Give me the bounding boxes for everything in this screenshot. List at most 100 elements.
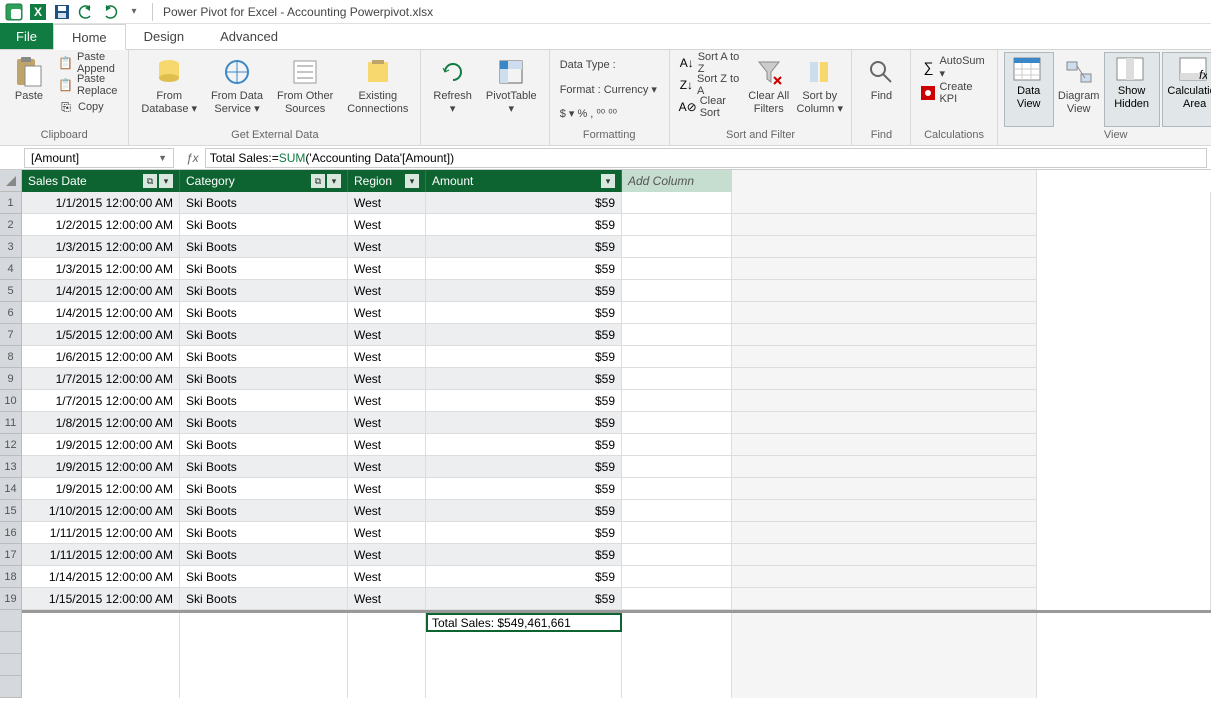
sortby-column-button[interactable]: Sort by Column ▾ bbox=[794, 52, 845, 127]
cell-add[interactable] bbox=[622, 434, 732, 456]
cell-add[interactable] bbox=[622, 412, 732, 434]
number-format-buttons[interactable]: $ ▾ % , ⁰⁰ ⁰⁰ bbox=[556, 102, 661, 124]
row-number[interactable]: 19 bbox=[0, 588, 22, 610]
cell-amount[interactable]: $59 bbox=[426, 500, 622, 522]
refresh-button[interactable]: Refresh ▾ bbox=[427, 52, 478, 127]
tab-file[interactable]: File bbox=[0, 23, 53, 49]
cell-amount[interactable]: $59 bbox=[426, 258, 622, 280]
cell-amount[interactable]: $59 bbox=[426, 478, 622, 500]
cell-amount[interactable]: $59 bbox=[426, 390, 622, 412]
cell-date[interactable]: 1/4/2015 12:00:00 AM bbox=[22, 280, 180, 302]
cell-add[interactable] bbox=[622, 346, 732, 368]
row-number[interactable]: 12 bbox=[0, 434, 22, 456]
format-dropdown[interactable]: Format : Currency ▾ bbox=[556, 78, 661, 100]
sort-az-button[interactable]: A↓Sort A to Z bbox=[676, 52, 744, 74]
cell-region[interactable]: West bbox=[348, 368, 426, 390]
find-button[interactable]: Find bbox=[858, 52, 904, 127]
cell-amount[interactable]: $59 bbox=[426, 214, 622, 236]
cell-amount[interactable]: $59 bbox=[426, 346, 622, 368]
cell-date[interactable]: 1/9/2015 12:00:00 AM bbox=[22, 456, 180, 478]
filter-icon[interactable]: ▾ bbox=[601, 174, 615, 188]
fx-icon[interactable]: ƒx bbox=[180, 151, 205, 165]
row-number[interactable]: 6 bbox=[0, 302, 22, 324]
cell-region[interactable]: West bbox=[348, 302, 426, 324]
pivottable-button[interactable]: PivotTable ▾ bbox=[480, 52, 543, 127]
cell-category[interactable]: Ski Boots bbox=[180, 302, 348, 324]
cell-amount[interactable]: $59 bbox=[426, 324, 622, 346]
clear-filters-button[interactable]: Clear All Filters bbox=[745, 52, 792, 127]
tab-design[interactable]: Design bbox=[126, 23, 202, 49]
cell-region[interactable]: West bbox=[348, 434, 426, 456]
cell-category[interactable]: Ski Boots bbox=[180, 434, 348, 456]
cell-amount[interactable]: $59 bbox=[426, 280, 622, 302]
sort-za-button[interactable]: Z↓Sort Z to A bbox=[676, 74, 744, 96]
cell-amount[interactable]: $59 bbox=[426, 434, 622, 456]
paste-button[interactable]: Paste bbox=[6, 52, 52, 127]
col-salesdate[interactable]: Sales Date⧉▾ bbox=[22, 170, 180, 192]
row-number[interactable]: 4 bbox=[0, 258, 22, 280]
calc-area-button[interactable]: fxCalculation Area bbox=[1162, 52, 1211, 127]
row-number[interactable]: 8 bbox=[0, 346, 22, 368]
tab-home[interactable]: Home bbox=[53, 24, 126, 50]
cell-add[interactable] bbox=[622, 236, 732, 258]
cell-region[interactable]: West bbox=[348, 280, 426, 302]
formula-input[interactable]: Total Sales:=SUM('Accounting Data'[Amoun… bbox=[205, 148, 1207, 168]
paste-append-button[interactable]: 📋Paste Append bbox=[54, 52, 122, 74]
cell-category[interactable]: Ski Boots bbox=[180, 346, 348, 368]
cell-category[interactable]: Ski Boots bbox=[180, 390, 348, 412]
cell-date[interactable]: 1/3/2015 12:00:00 AM bbox=[22, 258, 180, 280]
col-amount[interactable]: Amount▾ bbox=[426, 170, 622, 192]
cell-add[interactable] bbox=[622, 324, 732, 346]
cell-add[interactable] bbox=[622, 544, 732, 566]
cell-category[interactable]: Ski Boots bbox=[180, 412, 348, 434]
cell-add[interactable] bbox=[622, 390, 732, 412]
from-other-button[interactable]: From Other Sources bbox=[271, 52, 339, 127]
cell-amount[interactable]: $59 bbox=[426, 368, 622, 390]
from-dataservice-button[interactable]: From Data Service ▾ bbox=[205, 52, 269, 127]
cell-date[interactable]: 1/5/2015 12:00:00 AM bbox=[22, 324, 180, 346]
clear-sort-button[interactable]: A⊘Clear Sort bbox=[676, 96, 744, 118]
row-number[interactable]: 3 bbox=[0, 236, 22, 258]
cell-date[interactable]: 1/6/2015 12:00:00 AM bbox=[22, 346, 180, 368]
diagram-view-button[interactable]: Diagram View bbox=[1056, 52, 1102, 127]
cell-date[interactable]: 1/9/2015 12:00:00 AM bbox=[22, 434, 180, 456]
name-box[interactable]: [Amount]▼ bbox=[24, 148, 174, 168]
cell-category[interactable]: Ski Boots bbox=[180, 566, 348, 588]
cell-region[interactable]: West bbox=[348, 390, 426, 412]
row-number[interactable]: 18 bbox=[0, 566, 22, 588]
cell-add[interactable] bbox=[622, 588, 732, 610]
tab-advanced[interactable]: Advanced bbox=[202, 23, 296, 49]
row-number[interactable]: 7 bbox=[0, 324, 22, 346]
row-number[interactable]: 15 bbox=[0, 500, 22, 522]
row-number[interactable]: 11 bbox=[0, 412, 22, 434]
cell-region[interactable]: West bbox=[348, 456, 426, 478]
cell-date[interactable]: 1/15/2015 12:00:00 AM bbox=[22, 588, 180, 610]
cell-amount[interactable]: $59 bbox=[426, 412, 622, 434]
cell-date[interactable]: 1/7/2015 12:00:00 AM bbox=[22, 368, 180, 390]
add-column[interactable]: Add Column bbox=[622, 170, 732, 192]
cell-region[interactable]: West bbox=[348, 192, 426, 214]
cell-add[interactable] bbox=[622, 258, 732, 280]
autosum-button[interactable]: ∑AutoSum ▾ bbox=[917, 56, 990, 78]
cell-category[interactable]: Ski Boots bbox=[180, 500, 348, 522]
cell-add[interactable] bbox=[622, 368, 732, 390]
create-kpi-button[interactable]: Create KPI bbox=[917, 82, 990, 104]
from-database-button[interactable]: From Database ▾ bbox=[135, 52, 203, 127]
cell-date[interactable]: 1/14/2015 12:00:00 AM bbox=[22, 566, 180, 588]
cell-amount[interactable]: $59 bbox=[426, 566, 622, 588]
cell-region[interactable]: West bbox=[348, 544, 426, 566]
cell-amount[interactable]: $59 bbox=[426, 456, 622, 478]
copy-button[interactable]: ⎘Copy bbox=[54, 96, 122, 118]
row-number[interactable]: 2 bbox=[0, 214, 22, 236]
row-number[interactable]: 14 bbox=[0, 478, 22, 500]
cell-category[interactable]: Ski Boots bbox=[180, 588, 348, 610]
cell-add[interactable] bbox=[622, 456, 732, 478]
relationship-icon[interactable]: ⧉ bbox=[143, 174, 157, 188]
cell-date[interactable]: 1/2/2015 12:00:00 AM bbox=[22, 214, 180, 236]
existing-conn-button[interactable]: Existing Connections bbox=[341, 52, 414, 127]
cell-date[interactable]: 1/7/2015 12:00:00 AM bbox=[22, 390, 180, 412]
save-icon[interactable] bbox=[52, 2, 72, 22]
cell-date[interactable]: 1/10/2015 12:00:00 AM bbox=[22, 500, 180, 522]
data-view-button[interactable]: Data View bbox=[1004, 52, 1054, 127]
redo-icon[interactable] bbox=[100, 2, 120, 22]
